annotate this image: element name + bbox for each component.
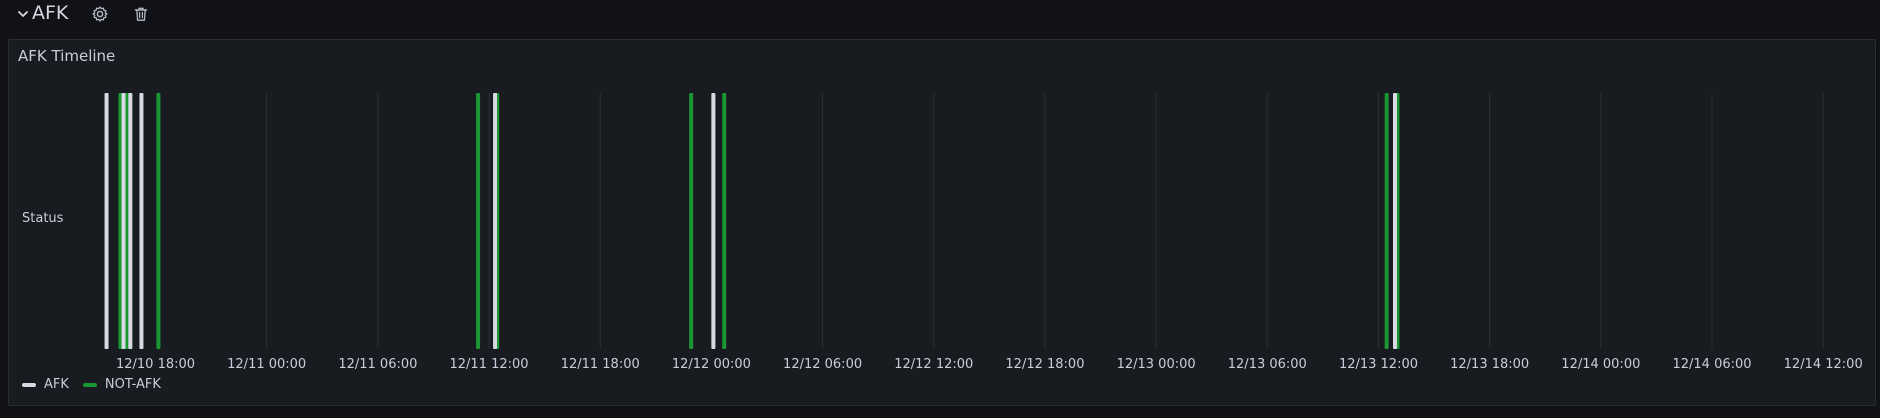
x-tick-label: 12/13 12:00 bbox=[1339, 357, 1418, 372]
x-tick-label: 12/11 00:00 bbox=[227, 357, 306, 372]
x-tick-label: 12/13 18:00 bbox=[1450, 357, 1529, 372]
legend: AFK NOT-AFK bbox=[22, 377, 175, 392]
segment-afk[interactable] bbox=[493, 93, 498, 349]
x-tick-label: 12/11 06:00 bbox=[338, 357, 417, 372]
x-tick-label: 12/13 00:00 bbox=[1117, 357, 1196, 372]
legend-swatch-not-afk bbox=[82, 382, 97, 387]
chevron-down-icon[interactable] bbox=[16, 3, 30, 23]
gear-icon[interactable] bbox=[90, 4, 110, 24]
x-tick-label: 12/13 06:00 bbox=[1228, 357, 1307, 372]
legend-swatch-afk bbox=[22, 382, 36, 387]
x-tick-label: 12/12 18:00 bbox=[1005, 357, 1084, 372]
grid-layer bbox=[266, 93, 1824, 349]
segment-afk[interactable] bbox=[121, 93, 126, 349]
x-tick-label: 12/12 12:00 bbox=[894, 357, 973, 372]
segment-afk[interactable] bbox=[104, 93, 109, 349]
x-tick-label: 12/14 12:00 bbox=[1784, 357, 1863, 372]
legend-item-not-afk[interactable]: NOT-AFK bbox=[82, 377, 161, 392]
x-tick-label: 12/11 12:00 bbox=[450, 357, 529, 372]
afk-timeline-panel: AFK Timeline Status 12/10 18:00 12/11 00:… bbox=[8, 39, 1876, 406]
legend-item-afk[interactable]: AFK bbox=[22, 377, 69, 392]
x-tick-label: 12/12 06:00 bbox=[783, 357, 862, 372]
timeline-chart[interactable]: 12/10 18:00 12/11 00:00 12/11 06:00 12/11 1… bbox=[9, 40, 1875, 405]
legend-label-not-afk: NOT-AFK bbox=[104, 377, 161, 392]
segment-not-afk[interactable] bbox=[1384, 93, 1389, 349]
x-tick-label: 12/11 18:00 bbox=[561, 357, 640, 372]
x-tick-label: 12/14 00:00 bbox=[1561, 357, 1640, 372]
segment-not-afk[interactable] bbox=[689, 93, 694, 349]
legend-label-afk: AFK bbox=[44, 377, 69, 392]
segment-not-afk[interactable] bbox=[722, 93, 727, 349]
x-tick-label: 12/14 06:00 bbox=[1672, 357, 1751, 372]
x-tick-label: 12/12 00:00 bbox=[672, 357, 751, 372]
segment-afk[interactable] bbox=[711, 93, 716, 349]
segment-afk[interactable] bbox=[139, 93, 144, 349]
segment-not-afk[interactable] bbox=[476, 93, 481, 349]
segment-layer bbox=[104, 93, 1400, 349]
segment-not-afk[interactable] bbox=[156, 93, 161, 349]
row-title[interactable]: AFK bbox=[32, 0, 68, 26]
x-tick-label: 12/10 18:00 bbox=[116, 357, 195, 372]
x-axis-ticks: 12/10 18:00 12/11 00:00 12/11 06:00 12/11 1… bbox=[116, 357, 1863, 372]
row-header: AFK bbox=[0, 0, 1880, 30]
segment-afk[interactable] bbox=[128, 93, 133, 349]
trash-icon[interactable] bbox=[131, 4, 151, 24]
segment-afk[interactable] bbox=[1392, 93, 1397, 349]
